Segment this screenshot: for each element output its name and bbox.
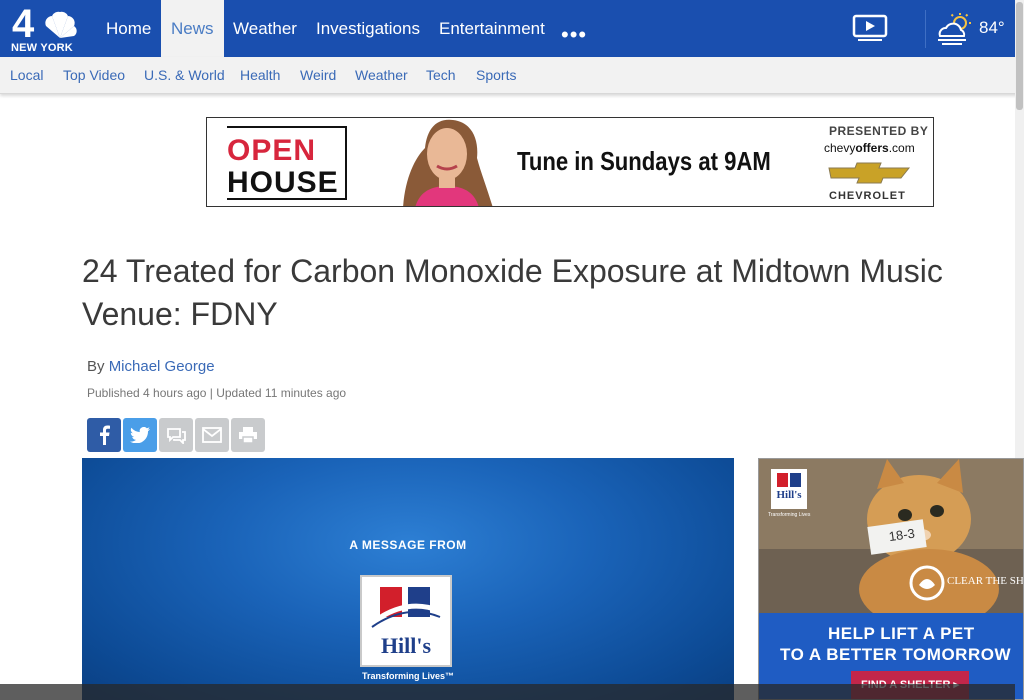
subnav-weird[interactable]: Weird bbox=[300, 67, 336, 83]
kitten-photo: 18-3 Hill's Transforming Lives CLEAR THE… bbox=[759, 459, 1024, 629]
top-nav: 4 NEW YORK Home News Weather Investigati… bbox=[0, 0, 1024, 57]
video-ad-message-from: A MESSAGE FROM bbox=[349, 538, 467, 552]
presented-by: PRESENTED BY bbox=[829, 124, 929, 138]
side-hills-tagline: Transforming Lives bbox=[768, 512, 811, 518]
sponsor-url: chevyoffers.com bbox=[824, 141, 915, 155]
page: 4 NEW YORK Home News Weather Investigati… bbox=[0, 0, 1024, 700]
scrollbar-thumb[interactable] bbox=[1016, 2, 1023, 110]
side-ad-headline-1: HELP LIFT A PET bbox=[828, 624, 975, 643]
sponsor-name: CHEVROLET bbox=[829, 190, 906, 202]
share-facebook-button[interactable] bbox=[87, 418, 121, 452]
share-comment-button[interactable] bbox=[159, 418, 193, 452]
subnav-weather[interactable]: Weather bbox=[355, 67, 408, 83]
nav-divider bbox=[925, 10, 926, 48]
subnav-us-world[interactable]: U.S. & World bbox=[144, 67, 225, 83]
email-icon bbox=[202, 427, 222, 443]
hills-logo: Hill's bbox=[360, 575, 452, 667]
open-house-open: OPEN bbox=[227, 134, 317, 167]
hills-tagline: Transforming Lives™ bbox=[361, 671, 455, 681]
clear-the-shelters-icon bbox=[909, 565, 945, 601]
sponsor-url-prefix: chevy bbox=[824, 141, 856, 155]
banner-tagline: Tune in Sundays at 9AM bbox=[517, 146, 771, 176]
peacock-icon bbox=[45, 11, 77, 38]
subnav-local[interactable]: Local bbox=[10, 67, 43, 83]
video-play-icon[interactable] bbox=[852, 14, 888, 42]
hills-logo-text: Hill's bbox=[380, 633, 432, 658]
more-menu-icon[interactable]: ••• bbox=[561, 22, 587, 48]
side-hills-logo: Hill's bbox=[771, 469, 807, 509]
clear-the-shelters-text: CLEAR THE SHELTERS bbox=[947, 575, 1024, 587]
subnav-top-video[interactable]: Top Video bbox=[63, 67, 125, 83]
video-player[interactable]: A MESSAGE FROM Hill's Transforming Lives… bbox=[82, 458, 734, 700]
print-icon bbox=[239, 427, 257, 444]
author-link[interactable]: Michael George bbox=[109, 358, 215, 375]
side-ad-headline-2: TO A BETTER TOMORROW bbox=[780, 645, 1011, 664]
subnav-tech[interactable]: Tech bbox=[426, 67, 456, 83]
nav-entertainment[interactable]: Entertainment bbox=[429, 0, 555, 57]
logo-number: 4 bbox=[12, 2, 34, 46]
sponsor-url-bold: offers bbox=[855, 141, 889, 155]
banner-ad[interactable]: OPEN HOUSE Tune in Sundays at 9AM PRESEN… bbox=[206, 117, 934, 207]
nav-news[interactable]: News bbox=[161, 0, 224, 57]
published-timestamp: Published 4 hours ago | Updated 11 minut… bbox=[87, 386, 347, 400]
nav-weather[interactable]: Weather bbox=[223, 0, 307, 57]
share-print-button[interactable] bbox=[231, 418, 265, 452]
facebook-icon bbox=[100, 425, 110, 445]
twitter-icon bbox=[130, 427, 150, 443]
subnav-health[interactable]: Health bbox=[240, 67, 280, 83]
presenter-photo bbox=[375, 118, 501, 206]
nbc-4-new-york-logo[interactable]: 4 NEW YORK bbox=[10, 2, 82, 54]
comment-icon bbox=[167, 428, 186, 444]
side-hills-text: Hill's bbox=[776, 489, 802, 501]
chevrolet-bowtie-icon bbox=[828, 162, 911, 184]
nav-home[interactable]: Home bbox=[96, 0, 161, 57]
video-control-bar[interactable] bbox=[0, 684, 1015, 700]
sub-nav: Local Top Video U.S. & World Health Weir… bbox=[0, 57, 1024, 94]
article-headline: 24 Treated for Carbon Monoxide Exposure … bbox=[82, 253, 943, 332]
logo-text: NEW YORK bbox=[11, 42, 73, 54]
share-twitter-button[interactable] bbox=[123, 418, 157, 452]
byline-prefix: By bbox=[87, 358, 105, 375]
nav-investigations[interactable]: Investigations bbox=[306, 0, 430, 57]
byline: By Michael George bbox=[87, 358, 215, 375]
temperature[interactable]: 84° bbox=[979, 18, 1005, 38]
side-ad[interactable]: 18-3 Hill's Transforming Lives CLEAR THE… bbox=[758, 458, 1024, 700]
open-house-logo: OPEN HOUSE bbox=[227, 126, 347, 200]
sponsor-url-suffix: .com bbox=[888, 141, 915, 155]
partly-cloudy-sun-icon[interactable] bbox=[934, 12, 974, 46]
open-house-house: HOUSE bbox=[227, 166, 339, 199]
subnav-sports[interactable]: Sports bbox=[476, 67, 516, 83]
share-email-button[interactable] bbox=[195, 418, 229, 452]
